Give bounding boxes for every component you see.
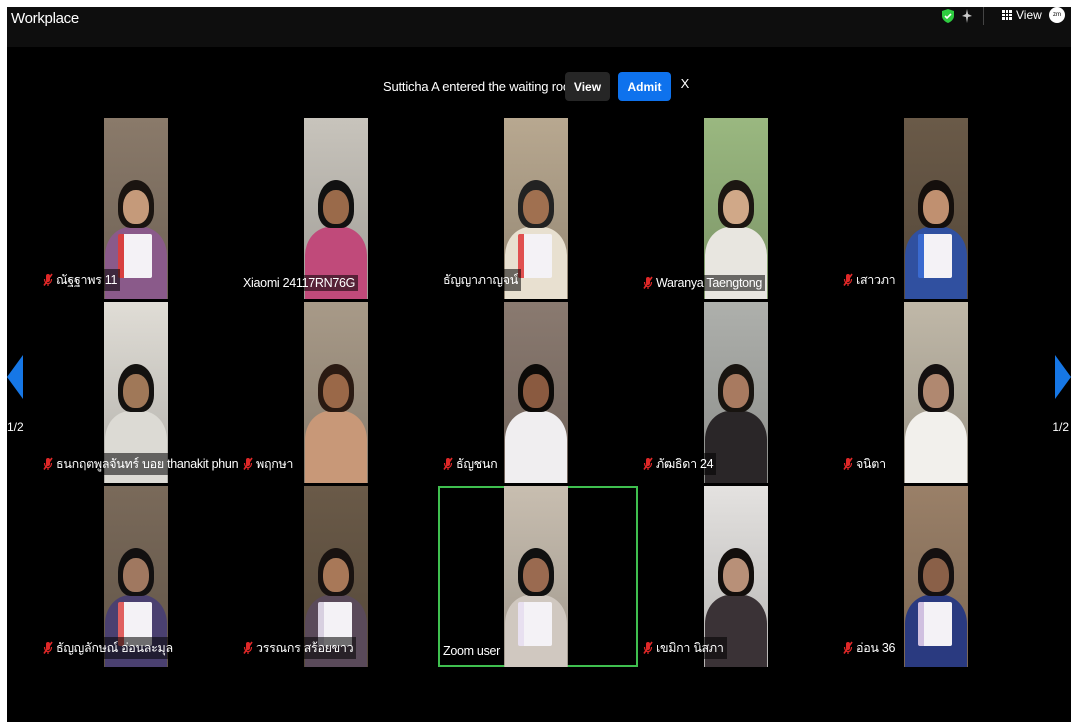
microphone-muted-icon — [243, 457, 253, 470]
participant-name: ธัญชนก — [456, 457, 498, 471]
microphone-muted-icon — [843, 641, 853, 654]
participant-nametag: ธัญญลักษณ์ อ่อนละมุล — [40, 637, 176, 659]
participant-nametag: Zoom user — [440, 643, 504, 659]
participant-tile[interactable]: เขมิกา นิสภา — [638, 486, 838, 667]
meeting-window: Workplace View zm Sutticha A entered the… — [7, 7, 1071, 722]
participant-tile[interactable]: ธัญญลักษณ์ อ่อนละมุล — [38, 486, 238, 667]
participant-tile[interactable]: เสาวภา — [838, 118, 1038, 299]
participant-video — [904, 302, 968, 483]
close-notification-button[interactable]: X — [679, 76, 691, 91]
participant-nametag: ณัฐฐาพร 11 — [40, 269, 121, 291]
participant-video — [304, 302, 368, 483]
user-avatar[interactable]: zm — [1049, 7, 1065, 23]
participant-nametag: Xiaomi 24117RN76G — [240, 275, 359, 291]
participant-tile[interactable]: ภัฒธิดา 24 — [638, 302, 838, 483]
participant-nametag: Waranya Taengtong — [640, 275, 766, 291]
participant-name: ณัฐฐาพร 11 — [56, 273, 118, 287]
top-bar: Workplace View zm — [7, 7, 1071, 47]
participant-tile[interactable]: ธัญญาภาญจน์ — [438, 118, 638, 299]
participant-tile[interactable]: ธัญชนก — [438, 302, 638, 483]
participant-nametag: ธัญญาภาญจน์ — [440, 269, 522, 291]
next-page-arrow-icon[interactable] — [1055, 355, 1071, 399]
participant-nametag: ธนกฤตพูลจันทร์ บอย thanakit phunc... — [40, 453, 238, 475]
participant-name: เสาวภา — [856, 273, 896, 287]
star-icon[interactable] — [962, 9, 972, 23]
participant-nametag: พฤกษา — [240, 453, 297, 475]
grid-view-icon — [1002, 10, 1012, 20]
participant-nametag: ภัฒธิดา 24 — [640, 453, 717, 475]
microphone-muted-icon — [643, 276, 653, 289]
participant-tile[interactable]: วรรณกร สร้อยขาว — [238, 486, 438, 667]
shield-check-icon[interactable] — [941, 9, 955, 23]
participant-name: ธนกฤตพูลจันทร์ บอย thanakit phunc... — [56, 457, 238, 471]
participant-video — [504, 302, 568, 483]
participant-nametag: วรรณกร สร้อยขาว — [240, 637, 357, 659]
participant-name: ธัญญาภาญจน์ — [443, 273, 519, 287]
microphone-muted-icon — [643, 641, 653, 654]
microphone-muted-icon — [43, 641, 53, 654]
participant-video — [304, 118, 368, 299]
participant-tile[interactable]: พฤกษา — [238, 302, 438, 483]
participant-name: ธัญญลักษณ์ อ่อนละมุล — [56, 641, 173, 655]
participant-tile[interactable]: อ่อน 36 — [838, 486, 1038, 667]
participant-tile[interactable]: ณัฐฐาพร 11 — [38, 118, 238, 299]
participant-tile[interactable]: Xiaomi 24117RN76G — [238, 118, 438, 299]
participant-nametag: เขมิกา นิสภา — [640, 637, 727, 659]
app-title: Workplace — [11, 10, 79, 27]
microphone-muted-icon — [843, 273, 853, 286]
participant-name: อ่อน 36 — [856, 641, 896, 655]
participant-tile[interactable]: Zoom user — [438, 486, 638, 667]
participant-tile[interactable]: ธนกฤตพูลจันทร์ บอย thanakit phunc... — [38, 302, 238, 483]
participant-name: จนิตา — [856, 457, 886, 471]
participant-nametag: จนิตา — [840, 453, 889, 475]
view-menu-button[interactable]: View — [1002, 7, 1042, 23]
waiting-room-message: Sutticha A entered the waiting room — [383, 79, 581, 94]
participant-name: วรรณกร สร้อยขาว — [256, 641, 354, 655]
participant-tile[interactable]: จนิตา — [838, 302, 1038, 483]
view-menu-label: View — [1016, 8, 1042, 22]
waiting-room-notification: Sutticha A entered the waiting room View… — [7, 71, 1071, 103]
participant-name: Xiaomi 24117RN76G — [243, 276, 356, 290]
previous-page-arrow-icon[interactable] — [7, 355, 23, 399]
participant-nametag: ธัญชนก — [440, 453, 501, 475]
microphone-muted-icon — [643, 457, 653, 470]
participant-nametag: เสาวภา — [840, 269, 899, 291]
participant-name: ภัฒธิดา 24 — [656, 457, 714, 471]
toolbar-divider — [983, 7, 984, 25]
microphone-muted-icon — [43, 273, 53, 286]
view-waiting-room-button[interactable]: View — [565, 72, 610, 101]
microphone-muted-icon — [843, 457, 853, 470]
page-indicator-right: 1/2 — [1052, 420, 1069, 434]
page-indicator-left: 1/2 — [7, 420, 24, 434]
participant-video — [504, 486, 568, 667]
participant-video — [904, 486, 968, 667]
microphone-muted-icon — [443, 457, 453, 470]
participant-video — [704, 118, 768, 299]
participant-name: พฤกษา — [256, 457, 294, 471]
participant-tile[interactable]: Waranya Taengtong — [638, 118, 838, 299]
microphone-muted-icon — [243, 641, 253, 654]
participant-name: Waranya Taengtong — [656, 276, 763, 290]
participant-video — [904, 118, 968, 299]
participant-name: Zoom user — [443, 644, 501, 658]
participant-name: เขมิกา นิสภา — [656, 641, 724, 655]
microphone-muted-icon — [43, 457, 53, 470]
admit-button[interactable]: Admit — [618, 72, 671, 101]
participant-nametag: อ่อน 36 — [840, 637, 899, 659]
